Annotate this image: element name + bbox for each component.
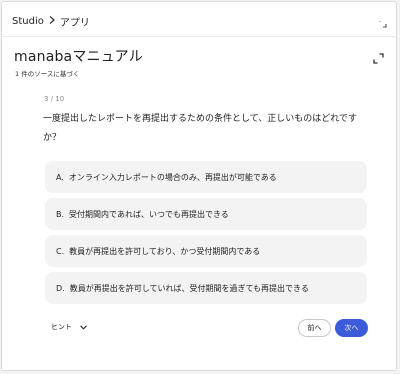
option-a[interactable]: A. オンライン入力レポートの場合のみ、再提出が可能である: [45, 161, 367, 193]
option-c[interactable]: C. 教員が再提出を許可しており、かつ受付期間内である: [45, 235, 367, 267]
collapse-icon[interactable]: [378, 14, 388, 28]
app-window: Studio アプリ manabaマニュアル 1 件のソースに基づく 3 / 1…: [1, 1, 397, 371]
option-letter: B.: [56, 209, 65, 219]
option-text: オンライン入力レポートの場合のみ、再提出が可能である: [68, 172, 277, 182]
answer-options: A. オンライン入力レポートの場合のみ、再提出が可能である B. 受付期間内であ…: [45, 161, 367, 309]
previous-label: 前へ: [307, 324, 322, 332]
next-label: 次へ: [344, 324, 359, 332]
option-text: 受付期間内であれば、いつでも再提出できる: [69, 209, 229, 219]
hint-label: ヒント: [51, 323, 72, 331]
option-d[interactable]: D. 教員が再提出を許可していれば、受付期間を過ぎても再提出できる: [45, 272, 367, 304]
option-b[interactable]: B. 受付期間内であれば、いつでも再提出できる: [45, 198, 367, 230]
breadcrumb: Studio アプリ: [12, 14, 90, 29]
option-letter: D.: [56, 283, 65, 293]
question-counter: 3 / 10: [44, 95, 65, 103]
question-text: 一度提出したレポートを再提出するための条件として、正しいものはどれですか？: [43, 114, 358, 143]
option-text: 教員が再提出を許可していれば、受付期間を過ぎても再提出できる: [69, 283, 309, 293]
previous-button[interactable]: 前へ: [298, 319, 331, 337]
fullscreen-icon[interactable]: [373, 49, 384, 64]
breadcrumb-current: アプリ: [59, 18, 90, 29]
option-letter: A.: [56, 172, 64, 182]
chevron-right-icon: [49, 16, 55, 27]
source-count: 1 件のソースに基づく: [15, 70, 80, 78]
option-text: 教員が再提出を許可しており、かつ受付期間内である: [69, 246, 261, 256]
next-button[interactable]: 次へ: [335, 319, 368, 337]
hint-toggle[interactable]: ヒント: [51, 322, 87, 332]
option-letter: C.: [56, 246, 65, 256]
header-divider: [2, 36, 396, 37]
chevron-down-icon: [80, 324, 87, 330]
breadcrumb-studio[interactable]: Studio: [12, 16, 44, 27]
page-title: manabaマニュアル: [14, 49, 143, 65]
